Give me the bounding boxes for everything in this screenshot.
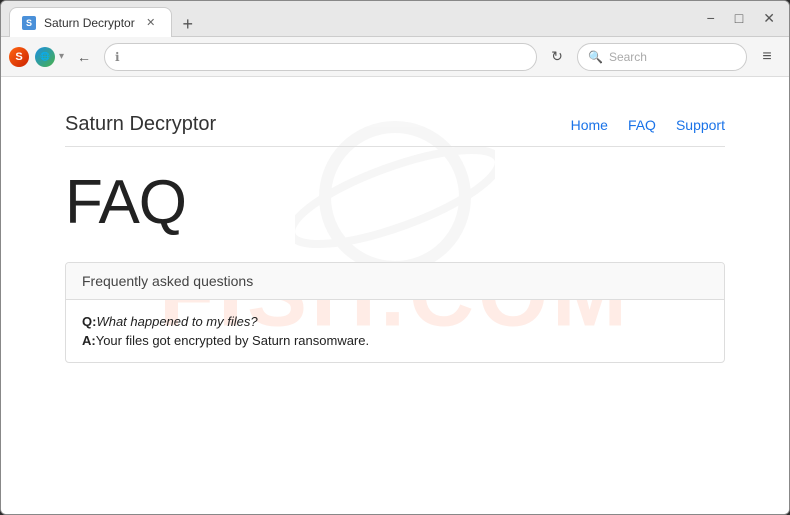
answer-label: A: [82, 333, 96, 348]
page-inner: Saturn Decryptor Home FAQ Support FAQ Fr… [35, 77, 755, 383]
active-tab[interactable]: S Saturn Decryptor ✕ [9, 7, 172, 37]
question-text: What happened to my files? [96, 314, 257, 329]
tab-area: S Saturn Decryptor ✕ + [9, 1, 701, 36]
browser-logo-globe: 🌐 [35, 47, 55, 67]
nav-bar: S 🌐 ▾ ← ℹ ↻ 🔍 Search ≡ [1, 37, 789, 77]
close-button[interactable]: ✕ [757, 8, 781, 29]
search-icon: 🔍 [588, 50, 603, 64]
browser-logo-s: S [9, 47, 29, 67]
nav-support[interactable]: Support [676, 117, 725, 133]
address-bar[interactable]: ℹ [104, 43, 537, 71]
faq-header-bar: Frequently asked questions [66, 263, 724, 300]
answer-text: Your files got encrypted by Saturn ranso… [96, 333, 369, 348]
nav-home[interactable]: Home [571, 117, 608, 133]
maximize-button[interactable]: □ [729, 8, 749, 29]
search-bar[interactable]: 🔍 Search [577, 43, 747, 71]
tab-close-button[interactable]: ✕ [143, 15, 159, 31]
info-icon: ℹ [115, 50, 120, 64]
reload-button[interactable]: ↻ [543, 43, 571, 71]
browser-frame: S Saturn Decryptor ✕ + − □ ✕ S 🌐 ▾ ← [0, 0, 790, 515]
faq-heading: FAQ [65, 167, 725, 238]
new-tab-button[interactable]: + [176, 12, 200, 36]
site-nav: Home FAQ Support [571, 117, 725, 133]
site-title: Saturn Decryptor [65, 113, 216, 136]
faq-item: Q:What happened to my files? A:Your file… [66, 300, 724, 362]
nav-faq[interactable]: FAQ [628, 117, 656, 133]
site-header: Saturn Decryptor Home FAQ Support [65, 97, 725, 147]
window-controls: − □ ✕ [701, 8, 781, 29]
search-placeholder: Search [609, 50, 647, 64]
faq-question: Q:What happened to my files? [82, 314, 708, 329]
menu-button[interactable]: ≡ [753, 43, 781, 71]
title-bar: S Saturn Decryptor ✕ + − □ ✕ [1, 1, 789, 37]
minimize-button[interactable]: − [701, 8, 721, 29]
page-content: FISH.COM Saturn Decryptor Home FAQ Suppo… [1, 77, 789, 514]
tab-title: Saturn Decryptor [44, 16, 135, 30]
question-label: Q: [82, 314, 96, 329]
tab-favicon: S [22, 16, 36, 30]
faq-box: Frequently asked questions Q:What happen… [65, 262, 725, 363]
browser-icon: S [9, 47, 29, 67]
back-button[interactable]: ← [70, 43, 98, 71]
faq-answer: A:Your files got encrypted by Saturn ran… [82, 333, 708, 348]
